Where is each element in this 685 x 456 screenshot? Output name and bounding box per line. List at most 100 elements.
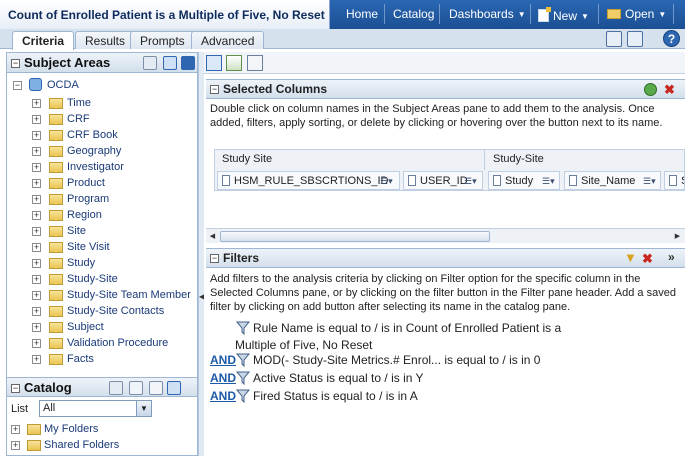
save-icon[interactable] [606,31,622,47]
scroll-right-icon[interactable]: ▶ [672,231,683,242]
column-name: Study [505,175,534,187]
expand-icon[interactable]: + [32,227,41,236]
tree-item[interactable]: + CRF Book [11,127,196,143]
binoculars-icon[interactable] [129,381,143,395]
refresh-icon[interactable] [163,56,177,70]
expand-icon[interactable]: + [32,259,41,268]
tree-item[interactable]: + Study-Site Contacts [11,303,196,319]
expand-icon[interactable]: + [32,275,41,284]
tab-criteria[interactable]: Criteria [12,31,75,50]
collapse-icon[interactable]: − [11,59,20,68]
tree-item[interactable]: + Subject [11,319,196,335]
and-operator-link[interactable]: AND [210,389,236,403]
tree-item[interactable]: + Study-Site [11,271,196,287]
catalog-link[interactable]: Catalog [393,7,434,21]
tree-item[interactable]: + Region [11,207,196,223]
column-menu-icon[interactable]: ☰▾ [643,176,657,186]
folder-icon [49,146,63,157]
expand-icon[interactable]: + [32,339,41,348]
home-link[interactable]: Home [346,7,378,21]
and-operator-link[interactable]: AND [210,353,236,367]
search-icon[interactable] [181,56,195,70]
save-as-icon[interactable] [627,31,643,47]
scroll-left-icon[interactable]: ◀ [207,231,218,242]
add-catalog-item-icon[interactable] [109,381,123,395]
column-menu-icon[interactable]: ☰▾ [542,176,556,186]
collapse-icon[interactable]: − [210,254,219,263]
collapse-icon[interactable]: − [210,85,219,94]
tree-item[interactable]: + Study [11,255,196,271]
remove-all-filters-icon[interactable]: ✖ [642,252,655,265]
tree-item[interactable]: + CRF [11,111,196,127]
folder-icon [49,338,63,349]
tree-item[interactable]: + Facts [11,351,196,367]
tab-results[interactable]: Results [75,31,136,49]
filter-icon[interactable] [206,55,222,71]
refresh-icon[interactable] [167,381,181,395]
expand-icon[interactable]: + [32,291,41,300]
catalog-folder[interactable]: + My Folders [9,421,194,437]
list-filter-select[interactable]: All ▼ [39,400,152,417]
column-chip[interactable]: HSM_RULE_SBSCRTIONS_ID ☰▾ [217,171,400,190]
tab-advanced[interactable]: Advanced [191,31,265,49]
expand-icon[interactable]: + [32,355,41,364]
remove-all-icon[interactable]: ✖ [664,83,677,96]
expand-icon[interactable]: + [11,425,20,434]
chevron-down-icon[interactable]: ▼ [136,401,151,416]
tab-prompts[interactable]: Prompts [130,31,195,49]
column-menu-icon[interactable]: ☰▾ [464,176,478,186]
expand-icon[interactable]: + [32,99,41,108]
tree-item[interactable]: + Investigator [11,159,196,175]
expand-icon[interactable]: + [32,323,41,332]
expand-icon[interactable]: + [32,147,41,156]
add-subject-area-icon[interactable] [143,56,157,70]
new-menu[interactable]: New ▼ [538,7,589,23]
tree-item[interactable]: + Time [11,95,196,111]
folder-icon [49,210,63,221]
columns-horizontal-scrollbar[interactable]: ◀ ▶ [206,228,685,243]
catalog-folder[interactable]: + Shared Folders [9,437,194,453]
column-chip[interactable]: Study ☰▾ [488,171,560,190]
expand-icon[interactable]: + [11,441,20,450]
open-menu[interactable]: Open ▼ [607,7,666,21]
and-operator-link[interactable]: AND [210,371,236,385]
expand-icon[interactable]: + [32,179,41,188]
tree-item[interactable]: + Study-Site Team Member [11,287,196,303]
new-label: New [553,9,578,23]
expand-icon[interactable]: + [32,307,41,316]
tree-root-ocda[interactable]: − OCDA [11,77,196,93]
scrollbar-thumb[interactable] [220,231,490,242]
filters-title: Filters [223,251,260,265]
filter-row[interactable]: Rule Name is equal to / is in Count of E… [210,321,680,352]
collapse-icon[interactable]: − [11,384,20,393]
expand-icon[interactable]: + [32,243,41,252]
add-column-icon[interactable] [644,83,657,96]
tree-item[interactable]: + Program [11,191,196,207]
column-properties-icon[interactable] [247,55,263,71]
expand-icon[interactable]: + [32,131,41,140]
expand-icon[interactable]: + [32,115,41,124]
tree-item-label: Study [67,257,96,269]
sort-icon[interactable] [226,55,242,71]
tree-item[interactable]: + Site [11,223,196,239]
tree-item[interactable]: + Validation Procedure [11,335,196,351]
column-menu-icon[interactable]: ☰▾ [380,176,394,186]
column-chip[interactable]: St [664,171,684,190]
tree-item[interactable]: + Site Visit [11,239,196,255]
more-options-icon[interactable]: » [668,250,675,264]
filter-row[interactable]: AND Active Status is equal to / is in Y [210,371,680,387]
help-icon[interactable]: ? [663,30,680,47]
tree-item[interactable]: + Geography [11,143,196,159]
expand-icon[interactable]: + [32,195,41,204]
edit-icon[interactable] [149,381,163,395]
filter-row[interactable]: AND Fired Status is equal to / is in A [210,389,680,405]
tree-item[interactable]: + Product [11,175,196,191]
add-filter-icon[interactable]: ▼ [624,251,638,265]
dashboards-menu[interactable]: Dashboards ▼ [449,7,526,21]
expand-icon[interactable]: + [32,163,41,172]
column-chip[interactable]: USER_ID ☰▾ [403,171,483,190]
expand-icon[interactable]: + [32,211,41,220]
collapse-icon[interactable]: − [13,81,22,90]
column-chip[interactable]: Site_Name ☰▾ [564,171,661,190]
filter-row[interactable]: AND MOD(- Study-Site Metrics.# Enrol... … [210,353,680,369]
